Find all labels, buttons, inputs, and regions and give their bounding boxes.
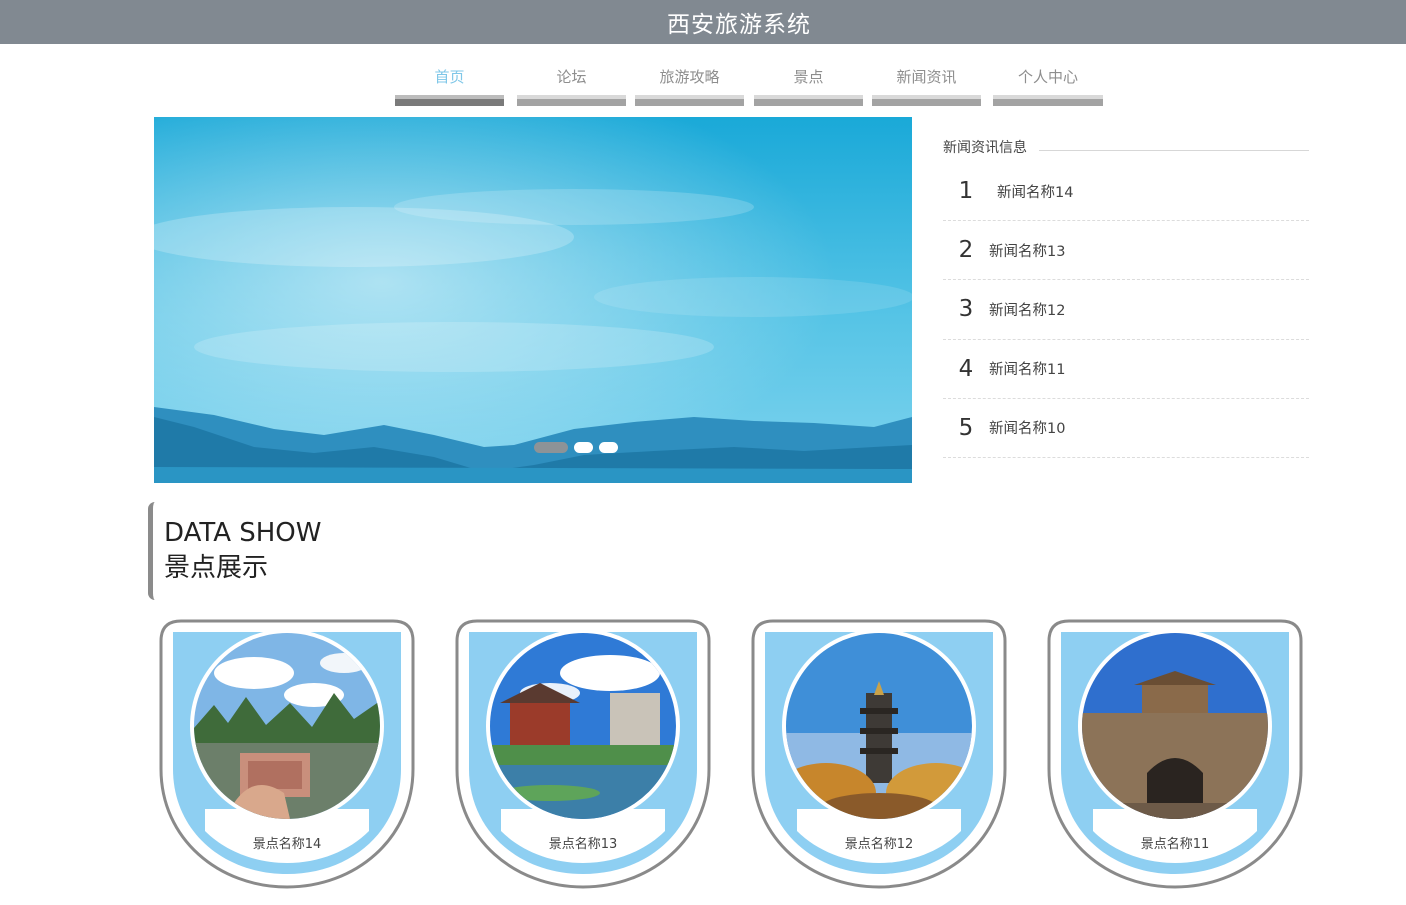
nav-item-label: 首页 <box>434 68 465 86</box>
news-item-title: 新闻名称10 <box>989 421 1066 438</box>
section-title: DATA SHOW 景点展示 <box>148 502 348 600</box>
nav-item-underline <box>635 95 744 106</box>
nav-item-label: 新闻资讯 <box>896 68 957 86</box>
spot-photo <box>786 633 972 819</box>
news-item[interactable]: 2 新闻名称13 <box>943 221 1309 281</box>
news-panel: 新闻资讯信息 1 新闻名称14 2 新闻名称13 3 新闻名称12 4 新闻名称… <box>943 137 1309 458</box>
spot-card[interactable]: 景点名称13 <box>455 619 711 891</box>
nav-item-spots[interactable]: 景点 <box>754 64 863 106</box>
nav-item-underline <box>517 95 626 106</box>
news-heading: 新闻资讯信息 <box>943 137 1309 162</box>
nav-item-label: 个人中心 <box>1017 68 1078 86</box>
section-title-cn: 景点展示 <box>164 553 269 583</box>
news-item-title: 新闻名称14 <box>997 184 1074 201</box>
news-item-number: 1 <box>958 178 974 205</box>
nav-item-forum[interactable]: 论坛 <box>517 64 626 106</box>
section-title-en: DATA SHOW <box>164 518 322 548</box>
nav-item-home[interactable]: 首页 <box>395 64 504 106</box>
divider <box>1039 150 1309 151</box>
news-item-title: 新闻名称11 <box>989 362 1066 379</box>
spot-name: 景点名称14 <box>252 837 322 852</box>
news-item-number: 2 <box>958 237 974 264</box>
news-item[interactable]: 1 新闻名称14 <box>943 162 1309 222</box>
nav-item-label: 旅游攻略 <box>659 68 720 86</box>
news-item[interactable]: 5 新闻名称10 <box>943 399 1309 458</box>
news-heading-text: 新闻资讯信息 <box>943 140 1027 156</box>
spot-photo <box>490 633 676 819</box>
header-bar: 西安旅游系统 <box>0 0 1406 44</box>
news-item[interactable]: 4 新闻名称11 <box>943 340 1309 399</box>
spot-photo <box>194 633 380 819</box>
nav-item-news[interactable]: 新闻资讯 <box>872 64 981 106</box>
nav-item-underline <box>993 95 1103 106</box>
news-item-number: 5 <box>958 414 974 441</box>
nav-item-label: 论坛 <box>556 68 587 86</box>
news-item-number: 3 <box>958 296 974 323</box>
nav-item-guides[interactable]: 旅游攻略 <box>635 64 744 106</box>
nav-item-label: 景点 <box>793 68 824 86</box>
banner-image <box>154 117 912 483</box>
nav-item-profile[interactable]: 个人中心 <box>993 64 1103 106</box>
spot-card[interactable]: 景点名称12 <box>751 619 1007 891</box>
nav-item-underline <box>754 95 863 106</box>
nav-item-underline <box>395 95 504 106</box>
carousel-dots <box>534 442 618 453</box>
carousel-dot[interactable] <box>599 442 618 453</box>
carousel-dot[interactable] <box>574 442 593 453</box>
spot-name: 景点名称12 <box>844 837 914 852</box>
spot-photo <box>1082 633 1268 819</box>
spot-card[interactable]: 景点名称11 <box>1047 619 1303 891</box>
carousel-dot[interactable] <box>534 442 568 453</box>
banner-carousel[interactable] <box>154 117 912 483</box>
news-item-title: 新闻名称12 <box>989 302 1066 319</box>
site-title: 西安旅游系统 <box>667 12 811 38</box>
news-item[interactable]: 3 新闻名称12 <box>943 280 1309 340</box>
spot-card[interactable]: 景点名称14 <box>159 619 415 891</box>
news-item-title: 新闻名称13 <box>989 243 1066 260</box>
spot-name: 景点名称11 <box>1140 837 1210 852</box>
nav-item-underline <box>872 95 981 106</box>
spot-name: 景点名称13 <box>548 837 618 852</box>
news-item-number: 4 <box>958 355 974 382</box>
